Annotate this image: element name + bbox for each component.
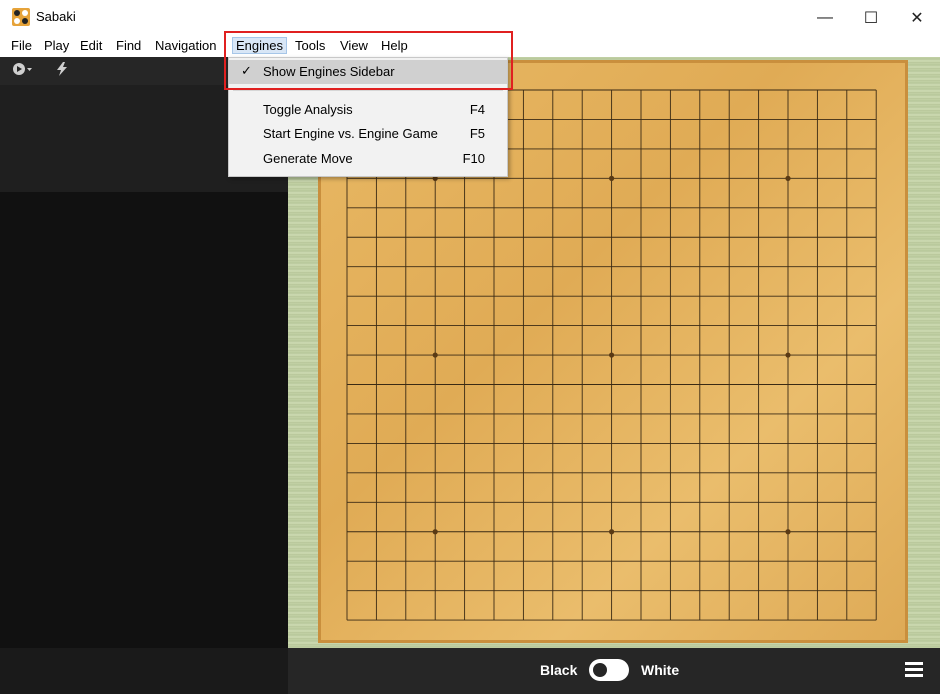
engine-console (0, 192, 288, 648)
black-player-label: Black (540, 662, 578, 678)
menu-file[interactable]: File (8, 38, 35, 53)
menu-navigation[interactable]: Navigation (152, 38, 219, 53)
sabaki-app-icon (12, 8, 30, 26)
white-player-label: White (641, 662, 680, 678)
minimize-button[interactable]: — (802, 0, 848, 35)
menu-item-label: Toggle Analysis (263, 102, 353, 117)
star-point (785, 529, 791, 535)
close-button[interactable]: ✕ (894, 0, 940, 35)
flash-icon[interactable] (56, 62, 68, 79)
star-point (609, 529, 615, 535)
maximize-button[interactable]: ☐ (848, 0, 894, 35)
menu-find[interactable]: Find (113, 38, 144, 53)
menu-edit[interactable]: Edit (77, 38, 105, 53)
menu-item-accelerator: F4 (469, 102, 485, 117)
star-point (432, 529, 438, 535)
highlight-annotation-box (224, 31, 513, 90)
star-point (609, 175, 615, 181)
star-point (432, 352, 438, 358)
star-point (785, 352, 791, 358)
toggle-knob[interactable] (591, 661, 609, 679)
menu-item-toggle-analysis[interactable]: Toggle Analysis F4 (229, 98, 507, 122)
player-toggle[interactable] (589, 659, 629, 681)
menu-item-accelerator: F5 (469, 126, 485, 141)
menu-item-label: Start Engine vs. Engine Game (263, 126, 438, 141)
menu-separator (233, 90, 503, 91)
hamburger-menu-icon[interactable] (905, 662, 923, 678)
menu-item-start-engine-vs-engine-game[interactable]: Start Engine vs. Engine Game F5 (229, 122, 507, 146)
star-point (785, 175, 791, 181)
title-bar: Sabaki — ☐ ✕ (0, 0, 940, 35)
menu-play[interactable]: Play (41, 38, 72, 53)
window-title: Sabaki (36, 9, 76, 24)
menu-item-label: Generate Move (263, 151, 353, 166)
menu-item-accelerator: F10 (462, 151, 485, 166)
menu-item-generate-move[interactable]: Generate Move F10 (229, 147, 507, 171)
star-point (609, 352, 615, 358)
play-dropdown-icon[interactable] (12, 62, 34, 79)
sidebar-status (0, 648, 288, 694)
